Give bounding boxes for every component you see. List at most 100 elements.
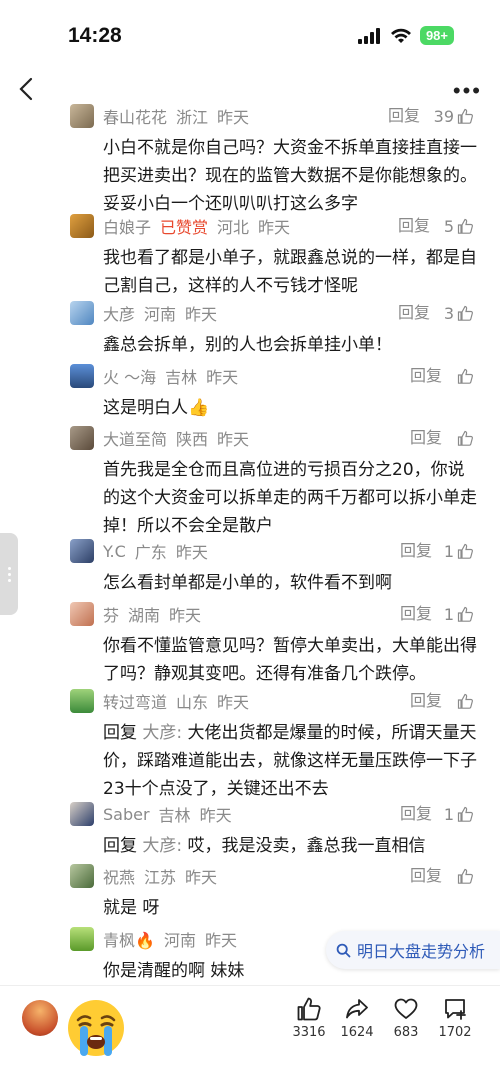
crying-face-emoji-icon[interactable] — [66, 998, 126, 1058]
comment-author[interactable]: 祝燕 — [103, 864, 135, 888]
avatar[interactable] — [70, 602, 94, 626]
comment-author[interactable]: Y.C — [103, 542, 126, 561]
comment-plus-icon — [445, 999, 466, 1020]
share-icon — [346, 999, 368, 1019]
like-button[interactable] — [454, 364, 474, 388]
like-button[interactable]: 3 — [444, 301, 474, 325]
comment-time: 昨天 — [199, 806, 232, 825]
favorite-count: 683 — [393, 1025, 419, 1040]
like-action[interactable]: 3316 — [289, 996, 329, 1040]
comment-location: 陕西 — [176, 430, 209, 449]
comment-author[interactable]: 大道至简 — [103, 426, 167, 450]
back-arrow-icon[interactable] — [14, 76, 40, 102]
heart-icon — [394, 998, 418, 1019]
thumbs-up-icon — [457, 868, 473, 884]
comment-location: 江苏 — [144, 868, 177, 887]
thumbs-up-icon — [297, 997, 321, 1021]
comment-author[interactable]: 火 ～海 — [103, 364, 156, 388]
reply-button[interactable]: 回复 — [400, 539, 432, 563]
reply-to-user[interactable]: 大彦: — [142, 836, 182, 856]
comment-author[interactable]: 白娘子 — [103, 214, 151, 238]
reply-button[interactable]: 回复 — [400, 802, 432, 826]
comment-text: 就是 呀 — [103, 898, 160, 918]
reply-button[interactable]: 回复 — [388, 104, 420, 128]
avatar[interactable] — [70, 864, 94, 888]
comment-text: 怎么看封单都是小单的，软件看不到啊 — [103, 573, 392, 593]
reply-prefix: 回复 — [103, 836, 137, 856]
like-count: 3 — [443, 303, 454, 323]
avatar[interactable] — [70, 802, 94, 826]
comment-text: 这是明白人👍 — [103, 398, 210, 418]
like-button[interactable]: 1 — [444, 602, 474, 626]
like-count: 5 — [443, 216, 454, 236]
battery-indicator: 98+ — [419, 26, 454, 45]
avatar[interactable] — [70, 214, 94, 238]
comment-location: 河南 — [163, 931, 196, 950]
like-count: 1 — [443, 604, 454, 624]
thumbs-up-icon — [457, 108, 473, 124]
search-icon — [336, 943, 351, 957]
thumbs-up-icon — [457, 305, 473, 321]
comment-location: 广东 — [134, 543, 167, 562]
favorite-action[interactable]: 683 — [386, 996, 426, 1040]
comment-location: 湖南 — [128, 606, 161, 625]
comment-text: 首先我是全仓而且高位进的亏损百分之20，你说的这个大资金可以拆单走的两千万都可以… — [103, 460, 477, 536]
comment-location: 河北 — [217, 218, 250, 237]
status-bar: 14:28 98+ — [0, 0, 500, 70]
status-time: 14:28 — [68, 24, 122, 47]
reply-button[interactable]: 回复 — [400, 602, 432, 626]
comment-text: 鑫总会拆单，别的人也会拆单挂小单！ — [103, 335, 392, 355]
reply-button[interactable]: 回复 — [398, 214, 430, 238]
like-button[interactable]: 1 — [444, 539, 474, 563]
reply-button[interactable]: 回复 — [410, 689, 442, 713]
avatar[interactable] — [70, 426, 94, 450]
like-button[interactable] — [454, 689, 474, 713]
like-count: 1 — [443, 804, 454, 824]
comment-author[interactable]: 青枫🔥 — [103, 927, 155, 951]
search-suggestion-button[interactable]: 明日大盘走势分析 — [326, 931, 500, 969]
comment-action[interactable]: 1702 — [435, 996, 475, 1040]
comment-text: 回复 大彦: 大佬出货都是爆量的时候，所谓天量天价，踩踏难道能出去，就像这样无量… — [103, 719, 479, 803]
comment-time: 昨天 — [258, 218, 291, 237]
like-count: 1 — [443, 541, 454, 561]
like-button[interactable] — [454, 864, 474, 888]
wifi-icon — [390, 28, 411, 43]
like-button[interactable]: 1 — [444, 802, 474, 826]
reply-button[interactable]: 回复 — [398, 301, 430, 325]
comment-time: 昨天 — [206, 368, 239, 387]
user-avatar[interactable] — [22, 1000, 58, 1036]
admire-badge: 已赞赏 — [160, 218, 209, 237]
reply-button[interactable]: 回复 — [410, 864, 442, 888]
comment-author[interactable]: 转过弯道 — [103, 689, 167, 713]
avatar[interactable] — [70, 539, 94, 563]
comment-list[interactable]: 春山花花 浙江 昨天 回复 39 小白不就是你自己吗？大资金不拆单直接挂直接一把… — [0, 100, 500, 985]
comment-author[interactable]: Saber — [103, 805, 150, 824]
signal-icon — [357, 27, 380, 44]
comment-time: 昨天 — [169, 606, 202, 625]
comment-text: 小白不就是你自己吗？大资金不拆单直接挂直接一把买进卖出？现在的监管大数据不是你能… — [103, 138, 477, 214]
comment-count: 1702 — [438, 1025, 472, 1040]
comment-author[interactable]: 春山花花 — [103, 104, 167, 128]
comment-time: 昨天 — [185, 868, 218, 887]
reply-to-user[interactable]: 大彦: — [142, 723, 182, 743]
share-action[interactable]: 1624 — [337, 996, 377, 1040]
thumbs-up-icon — [457, 693, 473, 709]
comment-text: 我也看了都是小单子，就跟鑫总说的一样，都是自己割自己，这样的人不亏钱才怪呢 — [103, 248, 477, 296]
avatar[interactable] — [70, 104, 94, 128]
like-button[interactable]: 39 — [434, 104, 474, 128]
comment-author[interactable]: 大彦 — [103, 301, 135, 325]
comment-time: 昨天 — [175, 543, 208, 562]
avatar[interactable] — [70, 927, 94, 951]
side-drawer-handle[interactable] — [0, 533, 18, 615]
comment-text: 你看不懂监管意见吗？暂停大单卖出，大单能出得了吗？静观其变吧。还得有准备几个跌停… — [103, 636, 477, 684]
comment-author[interactable]: 芬 — [103, 602, 119, 626]
like-button[interactable]: 5 — [444, 214, 474, 238]
reply-button[interactable]: 回复 — [410, 426, 442, 450]
avatar[interactable] — [70, 364, 94, 388]
share-count: 1624 — [340, 1025, 374, 1040]
comment-location: 山东 — [176, 693, 209, 712]
reply-button[interactable]: 回复 — [410, 364, 442, 388]
avatar[interactable] — [70, 689, 94, 713]
avatar[interactable] — [70, 301, 94, 325]
like-button[interactable] — [454, 426, 474, 450]
